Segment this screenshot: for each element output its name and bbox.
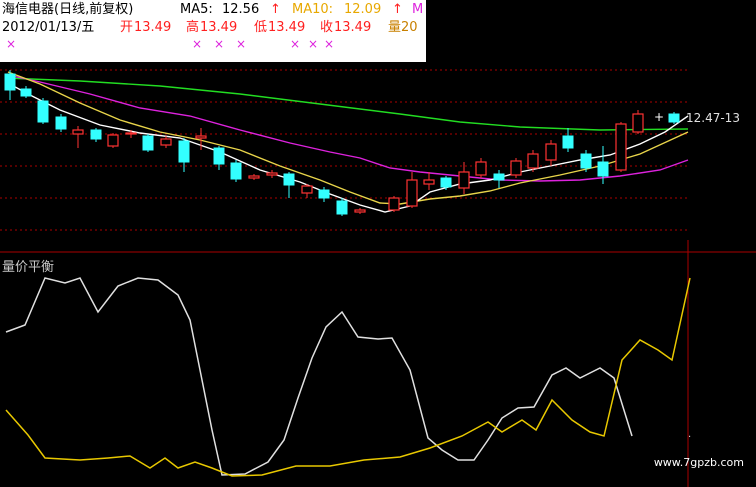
candle-down	[318, 189, 330, 199]
close-label: 收	[320, 20, 334, 35]
candle-down	[493, 173, 505, 181]
cross-mark-icon: ×	[192, 37, 203, 51]
candle-up	[107, 134, 119, 147]
candle-down	[283, 173, 295, 186]
candle-up	[125, 132, 137, 135]
candle-up	[527, 153, 539, 169]
high-value: 13.49	[200, 20, 238, 35]
high-label: 高	[186, 20, 200, 35]
ma20-label-clipped: M	[412, 2, 424, 17]
candle-up	[632, 113, 644, 133]
volume-label: 量20	[388, 20, 418, 35]
indicator-white-line	[5, 277, 633, 476]
candle-down	[580, 153, 592, 169]
indicator-end-mark: ·	[688, 432, 691, 443]
candle-up	[195, 135, 207, 139]
candle-down	[20, 88, 32, 97]
candle-down	[213, 147, 225, 165]
candle-down	[55, 116, 67, 130]
candles-group	[4, 70, 680, 216]
candle-up	[248, 175, 260, 179]
last-price-cross: +	[654, 110, 664, 124]
price-range-label: 12.47-13	[686, 111, 740, 125]
candle-down	[597, 161, 609, 177]
ma10-up-arrow-icon: ↑	[392, 2, 403, 17]
cross-mark-icon: ×	[6, 37, 17, 51]
candle-down	[37, 100, 49, 123]
ma5-up-arrow-icon: ↑	[270, 2, 281, 17]
candle-down	[4, 73, 16, 91]
candle-down	[336, 200, 348, 215]
ma10-value: 12.09	[344, 2, 382, 17]
candle-up	[458, 171, 470, 189]
low-value: 13.49	[268, 20, 306, 35]
watermark: www.7gpzb.com	[653, 456, 744, 469]
candle-down	[440, 177, 452, 188]
candle-up	[266, 172, 278, 176]
cross-mark-icon: ×	[236, 37, 247, 51]
candle-up	[388, 197, 400, 211]
candle-down	[90, 129, 102, 140]
ma10-label: MA10:	[292, 2, 334, 17]
bar-date: 2012/01/13/五	[2, 20, 95, 35]
cross-mark-icon: ×	[308, 37, 319, 51]
candle-up	[301, 185, 313, 194]
candle-down	[668, 113, 680, 123]
cross-mark-icon: ×	[214, 37, 225, 51]
indicator-yellow-line	[5, 277, 691, 477]
cross-mark-icon: ×	[324, 37, 335, 51]
ma60-line	[5, 77, 689, 131]
candle-down	[562, 135, 574, 149]
candle-up	[510, 160, 522, 176]
candle-up	[615, 123, 627, 171]
cross-mark-icon: ×	[290, 37, 301, 51]
open-label: 开	[120, 20, 134, 35]
indicator-title: 量价平衡	[2, 260, 55, 275]
candle-up	[354, 209, 366, 213]
candle-up	[406, 179, 418, 207]
candle-up	[160, 138, 172, 146]
stock-chart[interactable]: + 12.47-13 ·	[0, 0, 756, 487]
candle-down	[178, 140, 190, 163]
stock-title: 海信电器(日线,前复权)	[2, 2, 134, 17]
ma5-value: 12.56	[222, 2, 260, 17]
candle-down	[230, 162, 242, 180]
candle-up	[423, 179, 435, 185]
candle-down	[142, 135, 154, 151]
candle-up	[72, 129, 84, 135]
ma5-label: MA5:	[180, 2, 213, 17]
open-value: 13.49	[134, 20, 172, 35]
candle-up	[475, 161, 487, 176]
candle-up	[545, 143, 557, 161]
close-value: 13.49	[334, 20, 372, 35]
low-label: 低	[254, 20, 268, 35]
